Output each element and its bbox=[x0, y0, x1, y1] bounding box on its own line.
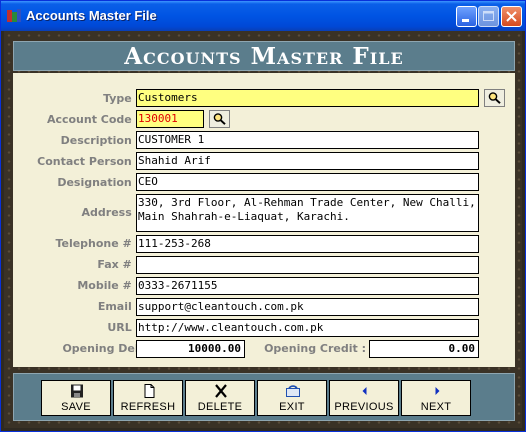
magnifier-icon bbox=[488, 92, 501, 104]
contact-person-label: Contact Person : bbox=[37, 155, 140, 168]
description-field[interactable]: CUSTOMER 1 bbox=[136, 131, 479, 149]
mobile-field[interactable]: 0333-2671155 bbox=[136, 277, 479, 295]
telephone-field[interactable]: 111-253-268 bbox=[136, 235, 479, 253]
type-field[interactable]: Customers bbox=[136, 89, 479, 107]
minimize-button[interactable] bbox=[456, 6, 477, 27]
x-icon bbox=[215, 384, 227, 398]
mobile-label: Mobile # : bbox=[77, 279, 140, 292]
url-field[interactable]: http://www.cleantouch.com.pk bbox=[136, 319, 479, 337]
previous-button[interactable]: Previous bbox=[329, 380, 399, 416]
designation-label: Designation : bbox=[57, 176, 140, 189]
account-code-label: Account Code : bbox=[46, 113, 140, 126]
url-label: URL : bbox=[107, 321, 140, 334]
title-bar[interactable]: Accounts Master File bbox=[1, 1, 525, 31]
save-button[interactable]: Save bbox=[41, 380, 111, 416]
address-label: Address : bbox=[81, 206, 140, 219]
app-icon bbox=[7, 9, 21, 22]
delete-button[interactable]: Delete bbox=[185, 380, 255, 416]
next-label: Next bbox=[420, 401, 452, 413]
window-title: Accounts Master File bbox=[26, 8, 157, 23]
floppy-disk-icon bbox=[71, 384, 83, 398]
contact-person-field[interactable]: Shahid Arif bbox=[136, 152, 479, 170]
magnifier-icon bbox=[213, 113, 226, 125]
close-button[interactable] bbox=[501, 6, 522, 27]
delete-label: Delete bbox=[197, 401, 243, 413]
triangle-left-icon bbox=[362, 387, 367, 395]
exit-button[interactable]: Exit bbox=[257, 380, 327, 416]
triangle-right-icon bbox=[435, 387, 440, 395]
fax-field[interactable] bbox=[136, 256, 479, 274]
accounts-master-window: Accounts Master File Accounts Master Fil… bbox=[0, 0, 526, 432]
minimize-icon bbox=[462, 19, 469, 22]
address-field[interactable]: 330, 3rd Floor, Al-Rehman Trade Center, … bbox=[136, 194, 479, 232]
opening-debit-field[interactable]: 10000.00 bbox=[136, 340, 245, 358]
email-label: Email : bbox=[97, 300, 140, 313]
page-icon bbox=[144, 384, 155, 398]
previous-label: Previous bbox=[334, 401, 394, 413]
type-lookup-button[interactable] bbox=[484, 89, 505, 107]
page-title: Accounts Master File bbox=[124, 43, 404, 70]
refresh-button[interactable]: Refresh bbox=[113, 380, 183, 416]
description-label: Description : bbox=[60, 134, 140, 147]
next-button[interactable]: Next bbox=[401, 380, 471, 416]
exit-label: Exit bbox=[279, 401, 305, 413]
save-label: Save bbox=[61, 401, 91, 413]
account-code-field[interactable]: 130001 bbox=[136, 110, 204, 128]
account-code-lookup-button[interactable] bbox=[209, 110, 230, 128]
button-bar: Save Refresh Delete Exit Previous Next bbox=[13, 373, 515, 421]
refresh-label: Refresh bbox=[120, 401, 176, 413]
exit-icon bbox=[286, 385, 300, 397]
maximize-button[interactable] bbox=[478, 6, 499, 27]
close-icon bbox=[506, 11, 517, 22]
designation-field[interactable]: CEO bbox=[136, 173, 479, 191]
opening-credit-label: Opening Credit : bbox=[264, 342, 366, 355]
form-panel: Type : Customers Account Code : 130001 D… bbox=[13, 73, 515, 367]
fax-label: Fax # : bbox=[97, 258, 140, 271]
email-field[interactable]: support@cleantouch.com.pk bbox=[136, 298, 479, 316]
opening-credit-field[interactable]: 0.00 bbox=[369, 340, 479, 358]
type-label: Type : bbox=[103, 92, 140, 105]
header-banner: Accounts Master File bbox=[13, 41, 515, 71]
maximize-icon bbox=[483, 11, 494, 21]
telephone-label: Telephone # : bbox=[55, 237, 140, 250]
